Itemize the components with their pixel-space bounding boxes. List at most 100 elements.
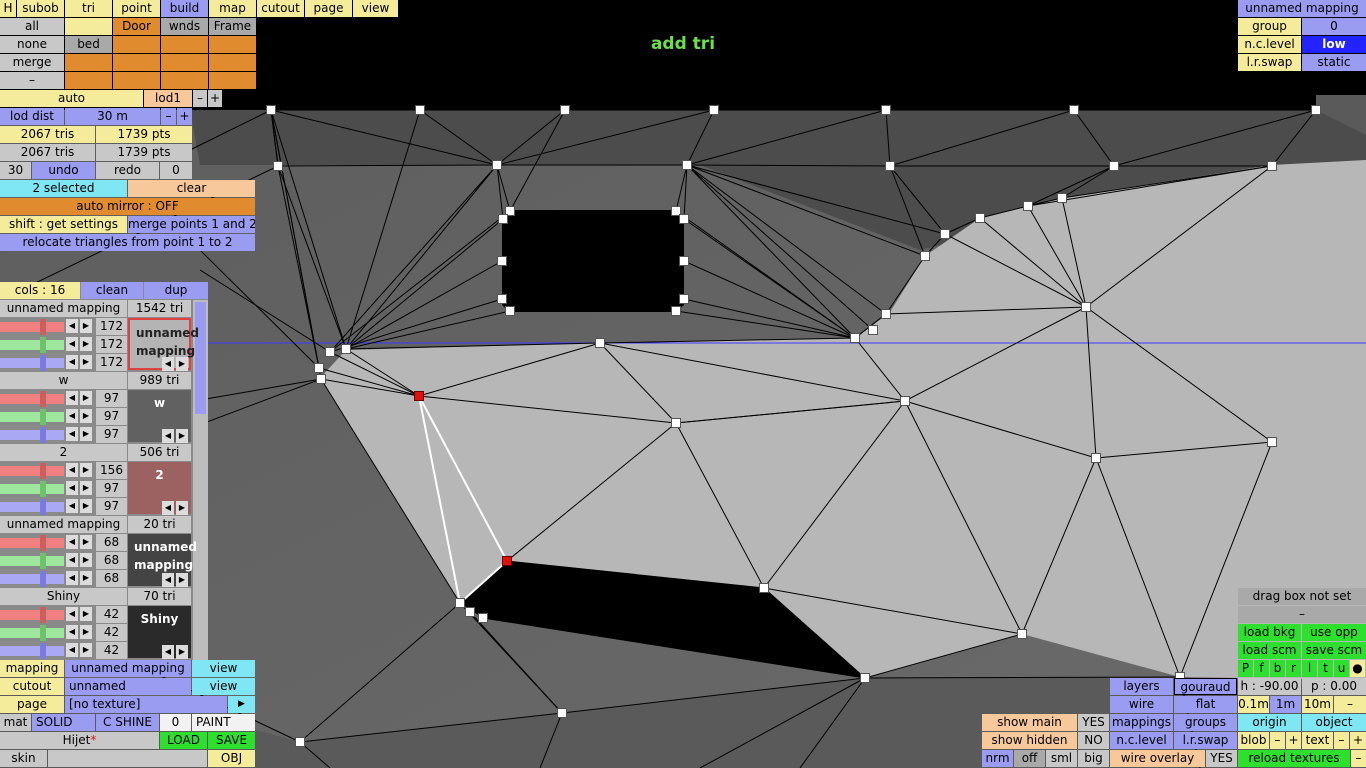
mesh-vertex[interactable]: [455, 598, 465, 608]
wire-overlay-label[interactable]: wire overlay: [1110, 750, 1205, 767]
channel-r-decrease-icon[interactable]: ◀: [66, 607, 78, 621]
channel-g-slider[interactable]: [0, 556, 64, 566]
gouraud-button[interactable]: gouraud: [1174, 678, 1237, 695]
channel-g-slider-knob[interactable]: [40, 553, 46, 569]
drag-box-dash[interactable]: –: [1238, 606, 1366, 623]
select-bed-button[interactable]: bed: [65, 36, 112, 53]
materials-scrollbar-thumb[interactable]: [195, 302, 206, 414]
lod-plus-button[interactable]: +: [208, 90, 222, 107]
channel-b-slider-knob[interactable]: [40, 643, 46, 659]
show-hidden-label[interactable]: show hidden: [982, 732, 1077, 749]
channel-g-decrease-icon[interactable]: ◀: [66, 337, 78, 351]
mesh-vertex[interactable]: [1069, 105, 1079, 115]
pitch-value[interactable]: p : 0.00: [1302, 678, 1366, 695]
mesh-vertex[interactable]: [1091, 453, 1101, 463]
obj-button[interactable]: OBJ: [208, 750, 255, 767]
select-slot[interactable]: [161, 72, 208, 89]
mesh-vertex[interactable]: [885, 161, 895, 171]
menu-view[interactable]: view: [353, 0, 398, 17]
channel-g-value[interactable]: 97: [96, 480, 127, 497]
channel-r-value[interactable]: 68: [96, 534, 127, 551]
mesh-vertex[interactable]: [560, 105, 570, 115]
menu-h[interactable]: H: [0, 0, 16, 17]
channel-g-slider[interactable]: [0, 628, 64, 638]
reload-textures-dash[interactable]: –: [1351, 750, 1366, 767]
mesh-vertex[interactable]: [415, 105, 425, 115]
channel-g-increase-icon[interactable]: ▶: [80, 625, 92, 639]
mesh-vertex[interactable]: [1267, 437, 1277, 447]
mesh-vertex[interactable]: [1023, 201, 1033, 211]
channel-r-decrease-icon[interactable]: ◀: [66, 463, 78, 477]
auto-mirror-toggle[interactable]: auto mirror : OFF: [0, 198, 255, 215]
select-slot[interactable]: [209, 36, 256, 53]
mesh-vertex[interactable]: [505, 306, 515, 316]
reload-textures-button[interactable]: reload textures: [1238, 750, 1350, 767]
channel-g-decrease-icon[interactable]: ◀: [66, 409, 78, 423]
select-slot[interactable]: [113, 36, 160, 53]
show-main-label[interactable]: show main: [982, 714, 1077, 731]
wire-button[interactable]: wire: [1110, 696, 1173, 713]
mesh-vertex[interactable]: [1109, 161, 1119, 171]
material-name[interactable]: Shiny: [0, 588, 127, 605]
relocate-triangles-button[interactable]: relocate triangles from point 1 to 2: [0, 234, 255, 251]
text-plus[interactable]: +: [1350, 732, 1366, 749]
channel-g-decrease-icon[interactable]: ◀: [66, 625, 78, 639]
select-none-button[interactable]: none: [0, 36, 64, 53]
channel-b-value[interactable]: 68: [96, 570, 127, 587]
menu-tri[interactable]: tri: [65, 0, 112, 17]
material-name[interactable]: unnamed mapping: [0, 300, 127, 317]
merge-button[interactable]: merge: [0, 54, 64, 71]
swatch-prev-icon[interactable]: ◀: [162, 357, 174, 371]
flag-toggle-1[interactable]: f: [1254, 660, 1269, 677]
channel-b-decrease-icon[interactable]: ◀: [66, 355, 78, 369]
channel-b-slider[interactable]: [0, 358, 64, 368]
channel-g-decrease-icon[interactable]: ◀: [66, 553, 78, 567]
origin-button[interactable]: origin: [1238, 714, 1301, 731]
group-value[interactable]: 0: [1302, 18, 1366, 35]
channel-b-slider-knob[interactable]: [40, 499, 46, 515]
groups-button[interactable]: groups: [1174, 714, 1237, 731]
step-dash[interactable]: –: [1334, 696, 1366, 713]
blob-minus[interactable]: –: [1270, 732, 1285, 749]
mesh-vertex[interactable]: [557, 708, 567, 718]
channel-b-slider[interactable]: [0, 574, 64, 584]
select-slot[interactable]: [65, 54, 112, 71]
mesh-vertex[interactable]: [671, 306, 681, 316]
lod-dist-plus[interactable]: +: [177, 108, 192, 125]
channel-b-slider-knob[interactable]: [40, 355, 46, 371]
mesh-vertex[interactable]: [465, 607, 475, 617]
selected-vertex[interactable]: [502, 556, 512, 566]
flag-toggle-4[interactable]: l: [1302, 660, 1317, 677]
load-bkg-button[interactable]: load bkg: [1238, 624, 1301, 641]
channel-r-value[interactable]: 97: [96, 390, 127, 407]
mesh-vertex[interactable]: [492, 160, 502, 170]
channel-g-value[interactable]: 97: [96, 408, 127, 425]
channel-r-decrease-icon[interactable]: ◀: [66, 319, 78, 333]
select-slot[interactable]: [161, 36, 208, 53]
mesh-vertex[interactable]: [682, 160, 692, 170]
swatch-next-icon[interactable]: ▶: [176, 429, 188, 443]
show-main-value[interactable]: YES: [1078, 714, 1109, 731]
channel-g-slider-knob[interactable]: [40, 337, 46, 353]
mesh-vertex[interactable]: [1267, 161, 1277, 171]
channel-g-increase-icon[interactable]: ▶: [80, 337, 92, 351]
channel-r-increase-icon[interactable]: ▶: [80, 535, 92, 549]
mesh-vertex[interactable]: [868, 325, 878, 335]
channel-b-slider-knob[interactable]: [40, 571, 46, 587]
mapping-panel-title[interactable]: unnamed mapping: [1238, 0, 1366, 17]
cshine-button[interactable]: C SHINE: [96, 714, 159, 731]
cutout-view-button[interactable]: view: [192, 678, 255, 695]
channel-r-increase-icon[interactable]: ▶: [80, 607, 92, 621]
text-minus[interactable]: –: [1334, 732, 1349, 749]
channel-g-slider-knob[interactable]: [40, 625, 46, 641]
flag-toggle-3[interactable]: r: [1286, 660, 1301, 677]
channel-r-slider-knob[interactable]: [40, 463, 46, 479]
swatch-prev-icon[interactable]: ◀: [162, 429, 174, 443]
mesh-vertex[interactable]: [273, 161, 283, 171]
mesh-vertex[interactable]: [316, 374, 326, 384]
skin-field[interactable]: [48, 750, 207, 767]
mesh-vertex[interactable]: [314, 363, 324, 373]
mesh-vertex[interactable]: [1017, 629, 1027, 639]
channel-b-decrease-icon[interactable]: ◀: [66, 571, 78, 585]
channel-r-slider[interactable]: [0, 394, 64, 404]
